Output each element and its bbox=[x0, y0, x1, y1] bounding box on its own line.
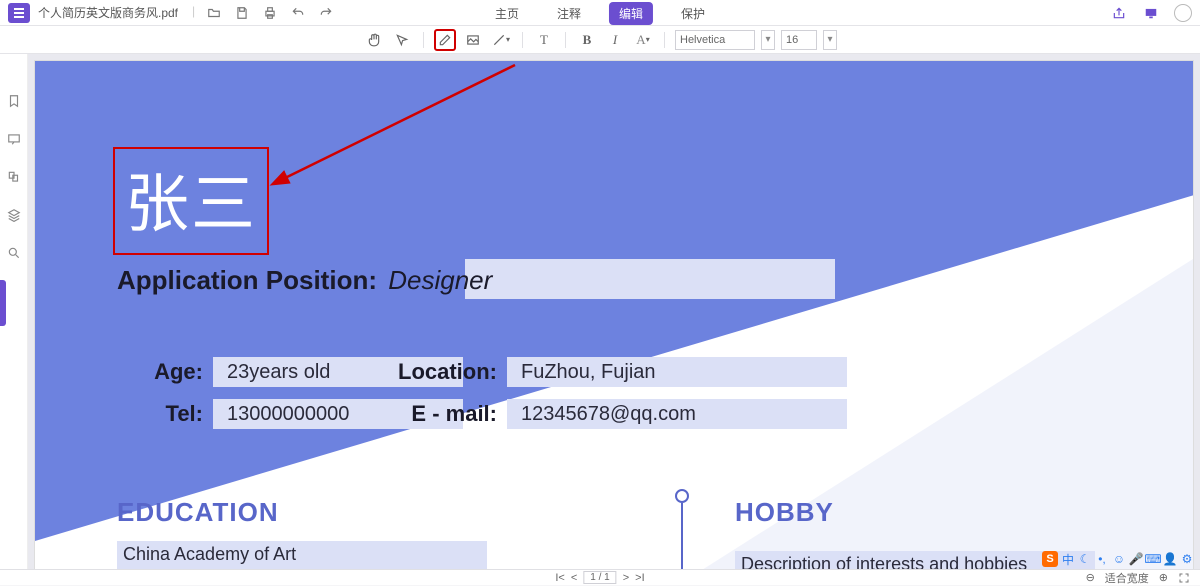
share-icon[interactable] bbox=[1110, 4, 1128, 22]
timeline-line bbox=[681, 503, 683, 569]
last-page-icon[interactable]: >I bbox=[635, 572, 644, 584]
email-label: E - mail: bbox=[361, 401, 511, 427]
present-icon[interactable] bbox=[1142, 4, 1160, 22]
main-tabs: 主页 注释 编辑 保护 bbox=[485, 0, 715, 26]
bookmark-panel-icon[interactable] bbox=[5, 92, 23, 110]
ime-punct-icon[interactable]: •, bbox=[1095, 552, 1109, 566]
ime-toolbar: S 中 ☾ •, ☺ 🎤 ⌨ 👤 ⚙ bbox=[1042, 551, 1194, 567]
application-position-value[interactable]: Designer bbox=[388, 265, 492, 295]
email-row[interactable]: E - mail: 12345678@qq.com bbox=[361, 399, 847, 429]
app-icon bbox=[8, 3, 30, 23]
open-icon[interactable] bbox=[205, 4, 223, 22]
save-icon[interactable] bbox=[233, 4, 251, 22]
pdf-page[interactable]: 张三 Application Position: Designer Age: 2… bbox=[34, 60, 1194, 569]
application-position-row[interactable]: Application Position: Designer bbox=[117, 265, 492, 296]
title-right-group bbox=[1110, 0, 1192, 26]
title-bar: 个人简历英文版商务风.pdf | 主页 注释 编辑 保护 bbox=[0, 0, 1200, 26]
email-value[interactable]: 12345678@qq.com bbox=[521, 403, 696, 426]
tel-value[interactable]: 13000000000 bbox=[227, 403, 349, 426]
location-value[interactable]: FuZhou, Fujian bbox=[521, 361, 656, 384]
tab-annotate[interactable]: 注释 bbox=[547, 2, 591, 25]
ime-emoji-icon[interactable]: ☺ bbox=[1112, 552, 1126, 566]
ime-moon-icon[interactable]: ☾ bbox=[1078, 552, 1092, 566]
location-label: Location: bbox=[361, 359, 511, 385]
search-panel-icon[interactable] bbox=[5, 244, 23, 262]
font-family-select[interactable] bbox=[675, 30, 755, 50]
font-color-icon[interactable]: A▾ bbox=[632, 29, 654, 51]
application-position-label: Application Position: bbox=[117, 265, 377, 295]
undo-icon[interactable] bbox=[289, 4, 307, 22]
prev-page-icon[interactable]: < bbox=[571, 572, 577, 584]
hobby-value[interactable]: Description of interests and hobbies bbox=[735, 551, 1095, 569]
tab-home[interactable]: 主页 bbox=[485, 2, 529, 25]
add-text-tool-icon[interactable]: T bbox=[533, 29, 555, 51]
fit-width-label[interactable]: 适合宽度 bbox=[1105, 570, 1149, 586]
edit-toolbar: ▾ T B I A▾ ▾ ▾ bbox=[0, 26, 1200, 54]
ime-logo-icon[interactable]: S bbox=[1042, 551, 1058, 567]
tel-label: Tel: bbox=[87, 401, 217, 427]
position-field-bg bbox=[465, 259, 835, 299]
redo-icon[interactable] bbox=[317, 4, 335, 22]
education-value[interactable]: China Academy of Art bbox=[117, 541, 487, 569]
ime-settings-icon[interactable]: ⚙ bbox=[1180, 552, 1194, 566]
fullscreen-icon[interactable] bbox=[1178, 572, 1190, 584]
document-viewport[interactable]: 张三 Application Position: Designer Age: 2… bbox=[28, 54, 1200, 569]
bold-icon[interactable]: B bbox=[576, 29, 598, 51]
first-page-icon[interactable]: I< bbox=[555, 572, 564, 584]
font-size-dropdown-icon[interactable]: ▾ bbox=[823, 30, 837, 50]
location-row[interactable]: Location: FuZhou, Fujian bbox=[361, 357, 847, 387]
line-tool-icon[interactable]: ▾ bbox=[490, 29, 512, 51]
hobby-heading: HOBBY bbox=[735, 497, 834, 528]
education-heading: EDUCATION bbox=[117, 497, 279, 528]
name-text-selection[interactable]: 张三 bbox=[113, 147, 269, 255]
ime-mic-icon[interactable]: 🎤 bbox=[1129, 552, 1143, 566]
thumbnail-handle[interactable] bbox=[0, 280, 6, 326]
pager: I< < 1 / 1 > >I bbox=[555, 571, 644, 584]
age-label: Age: bbox=[87, 359, 217, 385]
ime-user-icon[interactable]: 👤 bbox=[1163, 552, 1177, 566]
italic-icon[interactable]: I bbox=[604, 29, 626, 51]
layers-panel-icon[interactable] bbox=[5, 206, 23, 224]
timeline-dot-icon bbox=[675, 489, 689, 503]
zoom-in-icon[interactable]: ⊕ bbox=[1159, 571, 1168, 584]
print-icon[interactable] bbox=[261, 4, 279, 22]
ime-lang-button[interactable]: 中 bbox=[1061, 552, 1075, 566]
hand-tool-icon[interactable] bbox=[363, 29, 385, 51]
ime-keyboard-icon[interactable]: ⌨ bbox=[1146, 552, 1160, 566]
file-name: 个人简历英文版商务风.pdf bbox=[38, 4, 178, 21]
font-family-dropdown-icon[interactable]: ▾ bbox=[761, 30, 775, 50]
select-tool-icon[interactable] bbox=[391, 29, 413, 51]
font-size-select[interactable] bbox=[781, 30, 817, 50]
page-indicator[interactable]: 1 / 1 bbox=[583, 571, 616, 584]
tab-protect[interactable]: 保护 bbox=[671, 2, 715, 25]
edit-text-tool-icon[interactable] bbox=[434, 29, 456, 51]
image-tool-icon[interactable] bbox=[462, 29, 484, 51]
next-page-icon[interactable]: > bbox=[623, 572, 629, 584]
comment-panel-icon[interactable] bbox=[5, 130, 23, 148]
tab-edit[interactable]: 编辑 bbox=[609, 2, 653, 25]
quick-access-toolbar: | bbox=[192, 4, 335, 22]
status-right-group: ⊖ 适合宽度 ⊕ bbox=[1086, 570, 1190, 586]
zoom-out-icon[interactable]: ⊖ bbox=[1086, 571, 1095, 584]
attachment-panel-icon[interactable] bbox=[5, 168, 23, 186]
age-value[interactable]: 23years old bbox=[227, 361, 330, 384]
user-avatar-icon[interactable] bbox=[1174, 4, 1192, 22]
status-bar: I< < 1 / 1 > >I ⊖ 适合宽度 ⊕ bbox=[0, 569, 1200, 585]
